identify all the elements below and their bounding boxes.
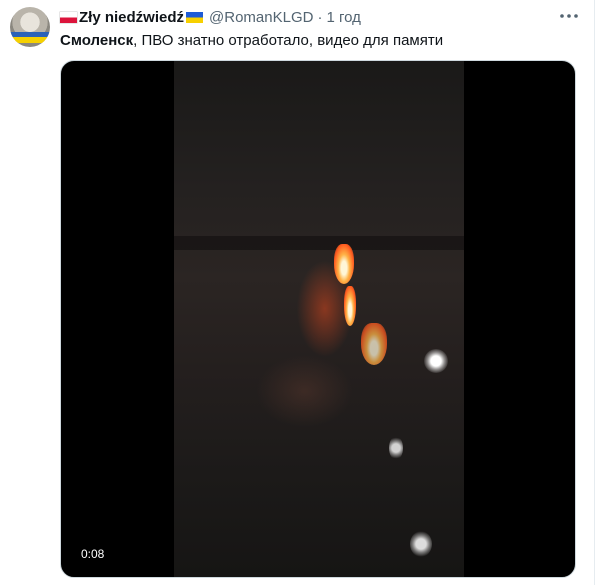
fire-flame bbox=[361, 323, 387, 365]
street-light bbox=[389, 436, 403, 460]
tweet-text: Смоленск, ПВО знатно отработало, видео д… bbox=[60, 31, 443, 51]
building-shadow bbox=[174, 236, 464, 250]
video-duration: 0:08 bbox=[81, 547, 105, 561]
tweet-header: Zły niedźwiedź @RomanKLGD · 1 год bbox=[60, 7, 361, 27]
fire-flame bbox=[344, 286, 356, 326]
separator-dot: · bbox=[317, 8, 323, 26]
ukraine-flag-icon bbox=[186, 11, 204, 23]
author-name[interactable]: Zły niedźwiedź bbox=[79, 9, 184, 26]
author-handle[interactable]: @RomanKLGD bbox=[209, 9, 313, 26]
tweet-timestamp[interactable]: 1 год bbox=[326, 9, 360, 26]
avatar-stripe-yellow bbox=[10, 37, 50, 43]
tweet-text-bold: Смоленск bbox=[60, 32, 134, 49]
video-player[interactable]: 0:08 bbox=[60, 60, 576, 578]
street-light bbox=[410, 531, 432, 557]
avatar[interactable] bbox=[10, 7, 50, 47]
fire-flame bbox=[334, 244, 354, 284]
street-light bbox=[424, 349, 448, 373]
more-options-icon[interactable] bbox=[559, 8, 579, 24]
tweet-text-rest: , ПВО знатно отработало, видео для памят… bbox=[133, 32, 444, 49]
poland-flag-icon bbox=[60, 11, 77, 23]
video-frame[interactable] bbox=[174, 61, 464, 577]
